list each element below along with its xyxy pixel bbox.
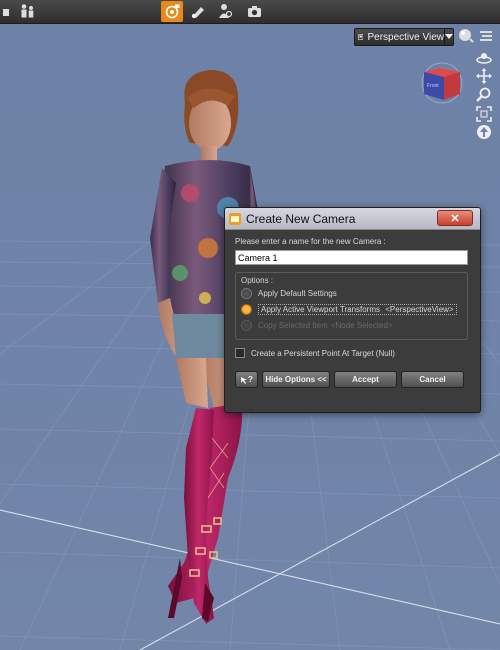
cube-face-label: Front <box>427 83 439 89</box>
radio-default-settings[interactable] <box>241 287 252 299</box>
hide-options-button[interactable]: Hide Options << <box>262 371 330 388</box>
option-label: Apply Active Viewport Transforms <box>261 304 381 314</box>
view-select-dropdown[interactable]: Perspective View <box>354 28 454 46</box>
radio-copy-selected <box>241 319 252 331</box>
option-copy-selected: Copy Selected Item <Node Selected> <box>241 317 462 333</box>
camera-icon[interactable] <box>243 1 265 22</box>
camera-name-input[interactable] <box>235 250 468 265</box>
close-button[interactable]: ✕ <box>437 210 473 226</box>
active-render-icon[interactable] <box>161 1 183 22</box>
create-new-camera-dialog: Create New Camera ✕ Please enter a name … <box>224 207 481 413</box>
option-tag: <PerspectiveView> <box>385 304 454 314</box>
radio-viewport-transforms[interactable] <box>241 303 252 315</box>
view-label: Perspective View <box>367 31 444 43</box>
checkbox-label: Create a Persistent Point At Target (Nul… <box>251 348 395 358</box>
reset-icon[interactable] <box>476 124 492 140</box>
accept-button[interactable]: Accept <box>334 371 397 388</box>
scene-people-icon[interactable] <box>16 1 38 22</box>
cancel-button[interactable]: Cancel <box>401 371 464 388</box>
option-default-settings[interactable]: Apply Default Settings <box>241 285 462 301</box>
persistent-point-checkbox[interactable] <box>235 348 245 358</box>
chevron-down-icon[interactable] <box>444 29 453 45</box>
dialog-title: Create New Camera <box>246 211 356 226</box>
camera-select-icon <box>358 34 364 40</box>
brush-icon[interactable] <box>187 1 209 22</box>
figure-tool-icon[interactable] <box>213 1 235 22</box>
option-label: Apply Default Settings <box>258 288 337 298</box>
help-button[interactable]: ? <box>235 371 258 388</box>
main-toolbar <box>0 0 500 24</box>
option-viewport-transforms[interactable]: Apply Active Viewport Transforms <Perspe… <box>241 301 462 317</box>
dialog-titlebar[interactable]: Create New Camera ✕ <box>225 208 480 230</box>
name-prompt-label: Please enter a name for the new Camera : <box>235 237 386 246</box>
navigation-cube[interactable]: Front <box>418 62 466 104</box>
sphere-icon[interactable] <box>458 28 474 44</box>
options-title: Options : <box>241 276 274 285</box>
persistent-point-option[interactable]: Create a Persistent Point At Target (Nul… <box>235 346 470 360</box>
app-icon <box>229 212 241 225</box>
pan-icon[interactable] <box>476 68 492 84</box>
menu-icon[interactable] <box>478 28 494 44</box>
frame-icon[interactable] <box>476 106 492 122</box>
orbit-icon[interactable] <box>476 50 492 66</box>
options-group: Options : Apply Default Settings Apply A… <box>235 272 468 340</box>
zoom-icon[interactable] <box>476 87 492 103</box>
option-label: Copy Selected Item <box>258 320 328 330</box>
option-tag: <Node Selected> <box>330 320 393 330</box>
arrow-icon <box>241 376 248 384</box>
